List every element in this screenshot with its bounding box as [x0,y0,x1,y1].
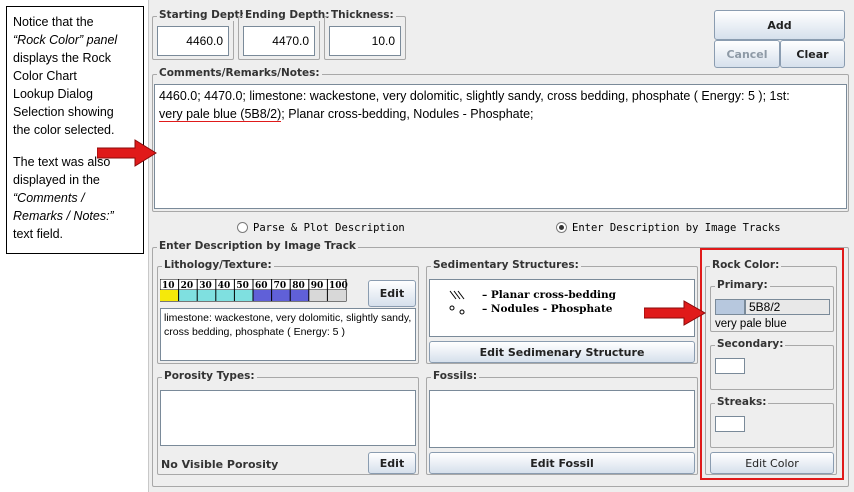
lithology-scale-40: 40 [218,281,231,291]
ending-depth-field[interactable]: 4470.0 [243,26,315,56]
arrow-right-icon [644,300,706,326]
thickness-field[interactable]: 10.0 [329,26,401,56]
callout-line: Color Chart [13,69,77,83]
planar-cross-bedding-icon [449,290,465,300]
starting-depth-group: Starting Depth: 4460.0 [152,9,254,60]
add-button[interactable]: Add [714,10,845,40]
lithology-scale-90: 90 [311,281,324,291]
lithology-purple-fill [253,290,309,301]
callout-line: Remarks / Notes:” [13,209,114,223]
thickness-label: Thickness: [329,9,396,21]
starting-depth-field[interactable]: 4460.0 [157,26,229,56]
porosity-list [160,390,416,446]
arrow-right-icon [97,139,157,167]
lithology-scale-50: 50 [236,281,249,291]
image-tracks-radio[interactable] [556,222,567,233]
porosity-group: Porosity Types: No Visible Porosity Edit [157,370,419,475]
lithology-scale-70: 70 [274,281,287,291]
callout-line: displayed in the [13,173,100,187]
lithology-scale-80: 80 [292,281,305,291]
comments-group: Comments/Remarks/Notes: 4460.0; 4470.0; … [152,67,849,212]
lithology-scale-100: 100 [329,281,348,291]
nodules-icon [449,305,465,315]
porosity-edit-button[interactable]: Edit [368,452,416,474]
callout-line: displays the Rock [13,51,111,65]
edit-sedimentary-button[interactable]: Edit Sedimenary Structure [429,341,695,363]
clear-button[interactable]: Clear [780,40,845,68]
callout-line: text field. [13,227,64,241]
ending-depth-group: Ending Depth: 4470.0 [238,9,332,60]
lithology-scale-60: 60 [255,281,268,291]
color-text-highlight: very pale blue (5B8/2) [159,107,282,122]
lithology-edit-button[interactable]: Edit [368,280,416,307]
lithology-yellow-cell [160,290,178,301]
fossils-label: Fossils: [431,370,480,382]
fossils-group: Fossils: Edit Fossil [426,370,698,475]
sedimentary-item: – Nodules - Phosphate [482,303,613,315]
lithology-scale-10: 10 [162,281,175,291]
lithology-group: Lithology/Texture: 10 20 30 40 50 60 70 … [157,259,419,364]
callout-line: the color selected. [13,123,115,137]
porosity-label: Porosity Types: [162,370,257,382]
callout-note: Notice that the “Rock Color” panel displ… [6,6,144,254]
rock-color-highlight-box [700,248,844,480]
thickness-group: Thickness: 10.0 [324,9,406,60]
lithology-scale-chart: 10 20 30 40 50 60 70 80 90 100 [160,279,348,302]
edit-fossil-button[interactable]: Edit Fossil [429,452,695,474]
comments-text: ; Planar cross-bedding, Nodules - Phosph… [281,107,534,121]
image-tracks-label: Enter Description by Image Tracks [572,222,781,234]
lithology-label: Lithology/Texture: [162,259,274,271]
callout-line: “Rock Color” panel [13,33,118,47]
callout-line: Lookup Dialog [13,87,93,101]
callout-line: Notice that the [13,15,94,29]
callout-line: “Comments / [13,191,85,205]
ending-depth-label: Ending Depth: [243,9,332,21]
rock-description-panel: Starting Depth: 4460.0 Ending Depth: 447… [148,0,854,492]
lithology-scale-30: 30 [199,281,212,291]
callout-line: Selection showing [13,105,114,119]
sedimentary-label: Sedimentary Structures: [431,259,581,271]
porosity-value: No Visible Porosity [161,458,279,471]
comments-label: Comments/Remarks/Notes: [157,67,322,79]
image-track-label: Enter Description by Image Track [157,240,358,252]
comments-line: 4460.0; 4470.0; limestone: wackestone, v… [159,89,790,103]
comments-line: very pale blue (5B8/2); Planar cross-bed… [159,105,842,123]
parse-plot-radio[interactable] [237,222,248,233]
lithology-scale-20: 20 [181,281,194,291]
fossils-list [429,390,695,448]
parse-plot-label: Parse & Plot Description [253,222,405,234]
lithology-description[interactable]: limestone: wackestone, very dolomitic, s… [160,308,416,361]
comments-textarea[interactable]: 4460.0; 4470.0; limestone: wackestone, v… [154,84,847,209]
cancel-button[interactable]: Cancel [714,40,780,68]
